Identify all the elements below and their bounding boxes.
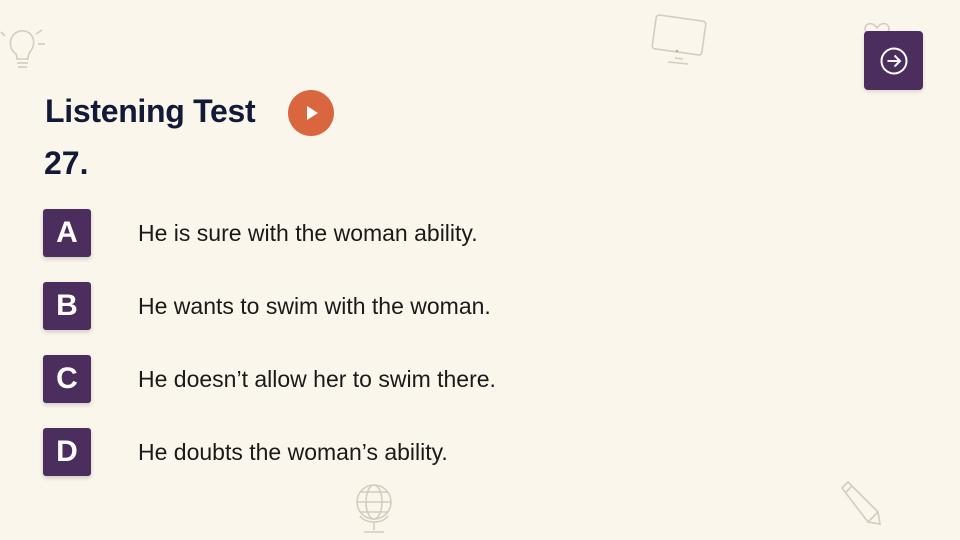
globe-doodle-icon xyxy=(352,478,398,536)
question-number: 27. xyxy=(44,145,89,181)
lightbulb-doodle-icon xyxy=(0,24,48,76)
answer-option-a[interactable]: A He is sure with the woman ability. xyxy=(43,209,603,257)
option-text[interactable]: He doesn’t allow her to swim there. xyxy=(138,366,496,393)
play-icon xyxy=(307,106,318,120)
option-letter-badge[interactable]: B xyxy=(43,282,91,330)
option-text[interactable]: He doubts the woman’s ability. xyxy=(138,439,448,466)
pencil-doodle-icon xyxy=(836,480,882,526)
play-audio-button[interactable] xyxy=(288,90,334,136)
option-letter-badge[interactable]: D xyxy=(43,428,91,476)
option-text[interactable]: He wants to swim with the woman. xyxy=(138,293,491,320)
answer-option-c[interactable]: C He doesn’t allow her to swim there. xyxy=(43,355,603,403)
option-letter-badge[interactable]: A xyxy=(43,209,91,257)
arrow-right-circle-icon xyxy=(880,47,907,74)
next-button[interactable] xyxy=(864,31,923,90)
monitor-doodle-icon xyxy=(650,14,708,66)
answer-option-d[interactable]: D He doubts the woman’s ability. xyxy=(43,428,603,476)
option-text[interactable]: He is sure with the woman ability. xyxy=(138,220,478,247)
page-title: Listening Test xyxy=(45,93,256,129)
answer-option-b[interactable]: B He wants to swim with the woman. xyxy=(43,282,603,330)
option-letter-badge[interactable]: C xyxy=(43,355,91,403)
